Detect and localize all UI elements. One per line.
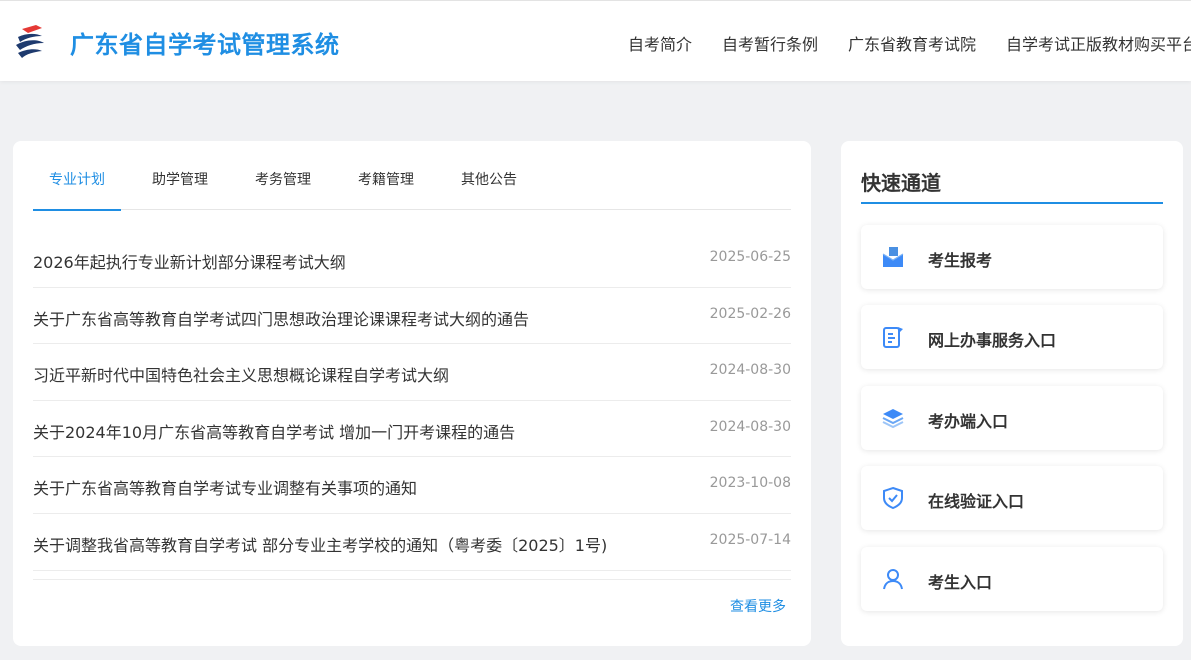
site-header: 广东省自学考试管理系统 自考简介 自考暂行条例 广东省教育考试院 自学考试正版教… [0,0,1191,81]
nav-link-textbook-platform[interactable]: 自学考试正版教材购买平台 [1006,31,1191,55]
news-date: 2025-06-25 [709,249,791,265]
quick-link-student-portal[interactable]: 考生入口 [861,547,1163,611]
news-date: 2024-08-30 [709,362,791,379]
list-item[interactable]: 2026年起执行专业新计划部分课程考试大纲 2025-06-25 [33,231,791,288]
layers-icon [882,409,904,429]
news-title[interactable]: 关于广东省高等教育自学考试专业调整有关事项的通知 [33,475,417,499]
list-item[interactable]: 关于调整我省高等教育自学考试 部分专业主考学校的通知（粤考委〔2025〕1号) … [33,514,791,571]
nav-link-exam-authority[interactable]: 广东省教育考试院 [848,31,976,55]
shield-check-icon [883,486,903,510]
nav-link-intro[interactable]: 自考简介 [628,31,692,55]
list-item[interactable]: 习近平新时代中国特色社会主义思想概论课程自学考试大纲 2024-08-30 [33,344,791,401]
news-date: 2025-02-26 [709,305,791,322]
news-date: 2025-07-14 [709,531,791,548]
quick-link-label: 在线验证入口 [928,492,1025,511]
list-divider [33,579,791,580]
top-nav: 自考简介 自考暂行条例 广东省教育考试院 自学考试正版教材购买平台 [628,31,1191,55]
site-title: 广东省自学考试管理系统 [70,31,340,59]
tab-major-plan[interactable]: 专业计划 [33,141,121,211]
news-tabs: 专业计划 助学管理 考务管理 考籍管理 其他公告 [33,141,791,211]
quick-link-exam-registration[interactable]: 考生报考 [861,225,1163,289]
document-edit-icon [883,327,903,348]
news-list: 2026年起执行专业新计划部分课程考试大纲 2025-06-25 关于广东省高等… [33,231,791,571]
nav-link-regulations[interactable]: 自考暂行条例 [722,31,818,55]
quick-access-panel: 快速通道 考生报考 网上办事服务入口 考办端入口 在线验证入口 考生入口 [841,141,1183,646]
mailbox-icon [882,247,904,267]
news-date: 2024-08-30 [709,418,791,435]
news-title[interactable]: 2026年起执行专业新计划部分课程考试大纲 [33,249,346,273]
quick-link-online-verification[interactable]: 在线验证入口 [861,466,1163,530]
quick-link-label: 考生入口 [928,573,993,592]
quick-link-label: 网上办事服务入口 [928,331,1057,350]
news-date: 2023-10-08 [709,475,791,492]
list-item[interactable]: 关于广东省高等教育自学考试四门思想政治理论课课程考试大纲的通告 2025-02-… [33,288,791,345]
quick-link-label: 考办端入口 [928,412,1009,431]
news-title[interactable]: 关于2024年10月广东省高等教育自学考试 增加一门开考课程的通告 [33,419,515,443]
news-title[interactable]: 关于广东省高等教育自学考试四门思想政治理论课课程考试大纲的通告 [33,306,529,330]
tab-exam-affairs[interactable]: 考务管理 [239,141,327,210]
quick-link-label: 考生报考 [928,251,993,270]
quick-access-title: 快速通道 [861,171,941,195]
quick-link-admin-portal[interactable]: 考办端入口 [861,386,1163,450]
tab-student-records[interactable]: 考籍管理 [327,141,445,210]
tab-other-notices[interactable]: 其他公告 [445,141,533,210]
quick-link-online-service[interactable]: 网上办事服务入口 [861,305,1163,369]
gdzk-logo-icon[interactable] [12,23,48,61]
quick-access-underline [861,202,1163,204]
user-icon [883,569,903,590]
news-title[interactable]: 习近平新时代中国特色社会主义思想概论课程自学考试大纲 [33,362,449,386]
news-panel: 专业计划 助学管理 考务管理 考籍管理 其他公告 2026年起执行专业新计划部分… [13,141,811,646]
view-more-link[interactable]: 查看更多 [730,596,786,616]
list-item[interactable]: 关于广东省高等教育自学考试专业调整有关事项的通知 2023-10-08 [33,457,791,514]
list-item[interactable]: 关于2024年10月广东省高等教育自学考试 增加一门开考课程的通告 2024-0… [33,401,791,458]
news-title[interactable]: 关于调整我省高等教育自学考试 部分专业主考学校的通知（粤考委〔2025〕1号) [33,532,607,556]
tab-study-assistance[interactable]: 助学管理 [121,141,239,210]
